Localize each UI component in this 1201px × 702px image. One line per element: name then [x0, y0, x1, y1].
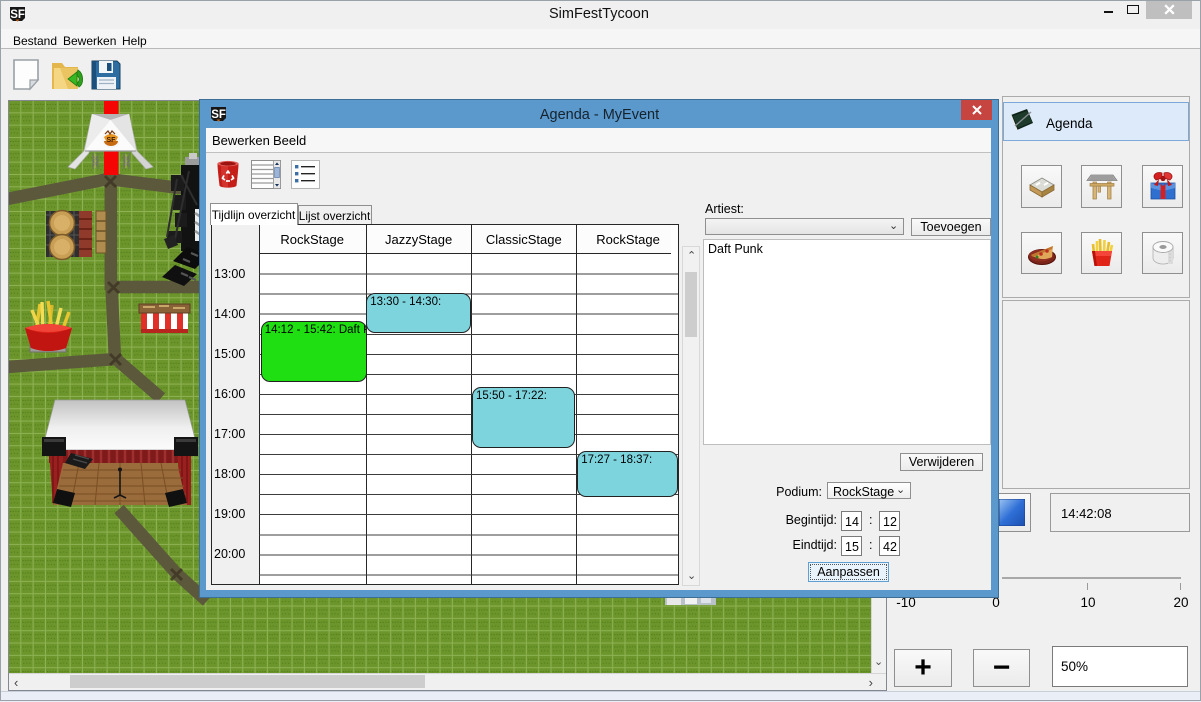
svg-text:SF: SF: [10, 9, 25, 21]
svg-text:SF: SF: [107, 137, 117, 144]
